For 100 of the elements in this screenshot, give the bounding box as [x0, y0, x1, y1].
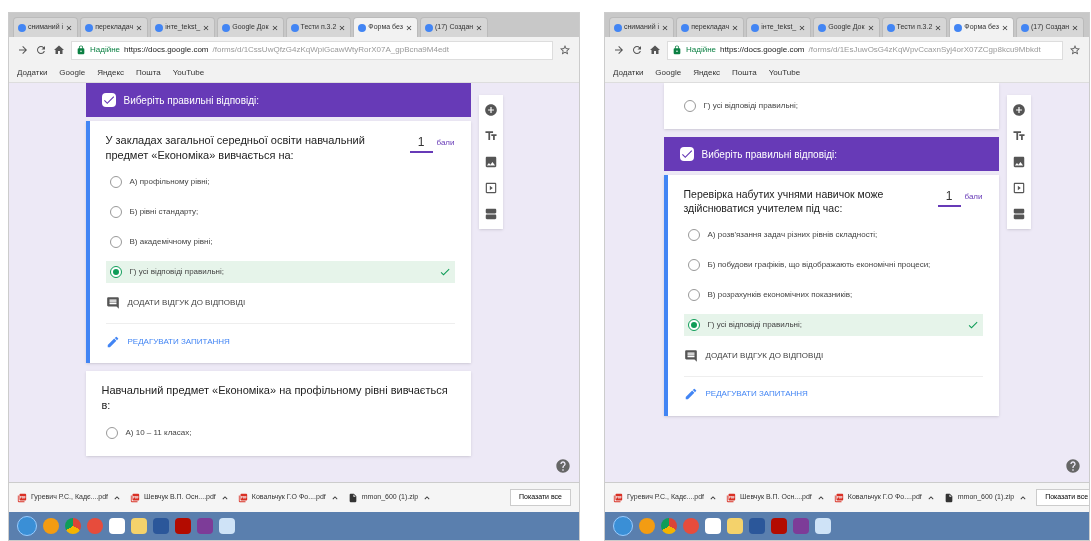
answer-option[interactable]: А) профільному рівні;: [105, 171, 455, 194]
add-feedback-button[interactable]: ДОДАТИ ВІДГУК ДО ВІДПОВІДІ: [105, 291, 455, 316]
bookmark-link[interactable]: Google: [59, 66, 86, 79]
bookmark-link[interactable]: Google: [655, 66, 682, 79]
tab-favicon-icon: [751, 23, 760, 32]
bookmark-link[interactable]: Яндекс: [97, 66, 125, 79]
question-text: Навчальний предмет «Економіка» на профільному рівні вивчається в:: [101, 383, 449, 414]
home-icon[interactable]: [649, 44, 661, 56]
reload-icon[interactable]: [631, 44, 643, 56]
points-field[interactable]: 1: [937, 187, 961, 207]
bookmark-link[interactable]: Додатки: [613, 66, 644, 79]
close-icon[interactable]: [661, 23, 670, 32]
bookmark-link[interactable]: YouTube: [768, 66, 801, 79]
close-icon[interactable]: [731, 23, 740, 32]
lock-icon: [672, 45, 682, 55]
bookmark-star-icon[interactable]: [559, 44, 571, 56]
answer-option[interactable]: Г) усі відповіді правильні;: [679, 95, 983, 117]
answer-option[interactable]: Б) рівні стандарту;: [105, 201, 455, 224]
tab-favicon-icon: [85, 23, 94, 32]
radio-button[interactable]: [109, 236, 122, 249]
tab-favicon-icon: [155, 23, 164, 32]
pdf-icon: [613, 492, 623, 503]
close-icon[interactable]: [934, 23, 943, 32]
video-icon[interactable]: [1011, 181, 1026, 195]
answer-option[interactable]: А) 10 – 11 класах;: [101, 421, 455, 444]
help-icon[interactable]: [555, 458, 571, 474]
file-icon: [347, 492, 358, 503]
pdf-icon: [833, 492, 844, 503]
address-bar[interactable]: Надійне https://docs.google.com /forms/d/1EsJuwOsG4zKqWpvCcaxnSyj4orX07ZCgp8kcu9Mbkdt: [667, 40, 1063, 60]
edit-question-button[interactable]: РЕДАГУВАТИ ЗАПИТАННЯ: [105, 323, 455, 352]
tab-favicon-icon: [954, 23, 963, 32]
tab-favicon-icon: [290, 23, 299, 32]
bookmark-link[interactable]: Пошта: [136, 66, 161, 79]
reload-icon[interactable]: [35, 44, 47, 56]
tab-favicon-icon: [222, 23, 231, 32]
file-icon: [943, 492, 954, 503]
close-icon[interactable]: [475, 23, 484, 32]
bookmark-link[interactable]: Яндекс: [693, 66, 721, 79]
edit-question-button[interactable]: РЕДАГУВАТИ ЗАПИТАННЯ: [683, 375, 983, 404]
tab-favicon-icon: [358, 23, 367, 32]
address-bar[interactable]: Надійне https://docs.google.com /forms/d/1CssUwQfzG4zKqWpiGcawWtyRorX07A_gpBcna9M4edt: [71, 40, 553, 60]
question-text: Перевірка набутих учнями навичок може здійснюватися учителем під час:: [683, 187, 885, 216]
radio-button[interactable]: [105, 426, 118, 439]
answer-option[interactable]: Г) усі відповіді правильні;: [105, 261, 455, 284]
points-label: бали: [964, 191, 983, 203]
radio-button[interactable]: [109, 266, 122, 279]
add-feedback-button[interactable]: ДОДАТИ ВІДГУК ДО ВІДПОВІДІ: [683, 343, 983, 368]
radio-button[interactable]: [687, 228, 700, 241]
section-icon[interactable]: [1011, 207, 1026, 221]
bookmark-link[interactable]: YouTube: [172, 66, 205, 79]
answer-option[interactable]: В) розрахунків економічних показників;: [683, 283, 983, 306]
section-title: Виберіть правильні відповіді:: [123, 93, 259, 108]
close-icon[interactable]: [1001, 23, 1009, 32]
close-icon[interactable]: [1071, 23, 1080, 32]
close-icon[interactable]: [65, 23, 74, 32]
section-icon[interactable]: [483, 207, 498, 221]
radio-button[interactable]: [109, 176, 122, 189]
close-icon[interactable]: [405, 23, 413, 32]
bookmark-star-icon[interactable]: [1069, 44, 1081, 56]
radio-button[interactable]: [683, 100, 696, 112]
text-icon[interactable]: [1011, 129, 1026, 143]
answer-option[interactable]: В) академічному рівні;: [105, 231, 455, 254]
tab-favicon-icon: [1021, 23, 1029, 32]
close-icon[interactable]: [338, 23, 347, 32]
answer-option[interactable]: Б) побудови графіків, що відображають економічні процеси;: [683, 253, 983, 276]
lock-icon: [76, 45, 86, 55]
answer-option[interactable]: А) розв'язання задач різних рівнів складності;: [683, 223, 983, 246]
radio-button[interactable]: [687, 288, 700, 301]
points-field[interactable]: 1: [409, 133, 433, 153]
close-icon[interactable]: [270, 23, 279, 32]
tab-favicon-icon: [614, 23, 622, 32]
video-icon[interactable]: [483, 181, 498, 195]
comment-icon: [683, 348, 698, 363]
radio-button[interactable]: [109, 206, 122, 219]
radio-button[interactable]: [687, 258, 700, 271]
points-label: бали: [436, 137, 455, 149]
forward-icon[interactable]: [17, 44, 29, 56]
answer-option[interactable]: Г) усі відповіді правильні;: [683, 313, 983, 336]
close-icon[interactable]: [202, 23, 211, 32]
help-icon[interactable]: [1065, 458, 1081, 474]
bookmark-link[interactable]: Додатки: [17, 66, 48, 79]
close-icon[interactable]: [135, 23, 144, 32]
section-title: Виберіть правильні відповіді:: [701, 147, 837, 162]
comment-icon: [105, 296, 120, 311]
close-icon[interactable]: [866, 23, 875, 32]
question-text: У закладах загальної середньої освіти навчальний предмет «Економіка» вивчається на:: [105, 133, 366, 164]
image-icon[interactable]: [1011, 155, 1026, 169]
add-icon[interactable]: [1011, 103, 1026, 117]
pencil-icon: [683, 387, 698, 402]
home-icon[interactable]: [53, 44, 65, 56]
pdf-icon: [726, 492, 737, 503]
image-icon[interactable]: [483, 155, 498, 169]
bookmark-link[interactable]: Пошта: [732, 66, 757, 79]
text-icon[interactable]: [483, 129, 498, 143]
pencil-icon: [105, 334, 120, 349]
forward-icon[interactable]: [613, 44, 625, 56]
add-icon[interactable]: [483, 103, 498, 117]
pdf-icon: [130, 492, 141, 503]
close-icon[interactable]: [798, 23, 807, 32]
radio-button[interactable]: [687, 318, 700, 331]
